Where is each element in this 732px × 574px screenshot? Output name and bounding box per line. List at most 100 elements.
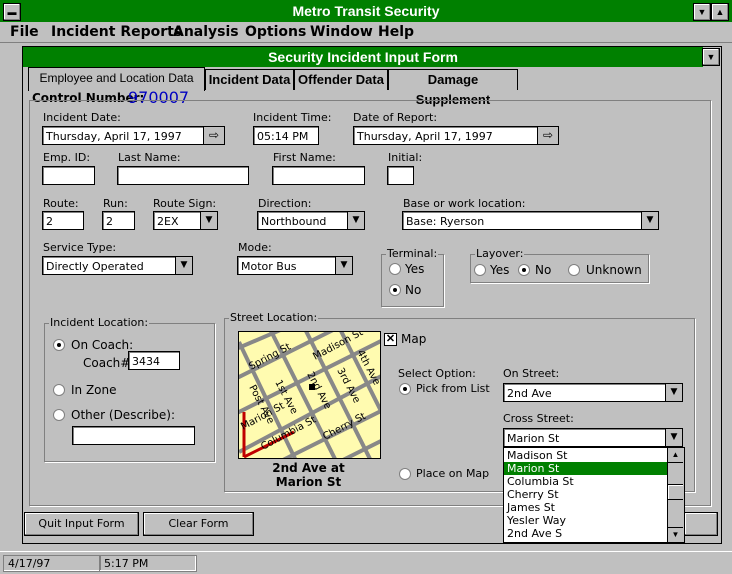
incident-date-label: Incident Date: [43,111,121,124]
street-map[interactable]: Spring St Madison St 4th Ave Post Ave 1s… [238,331,381,459]
other-describe-field[interactable] [72,426,195,445]
on-street-label: On Street: [503,367,560,380]
layover-label: Layover: [475,247,525,260]
app-title: Metro Transit Security [292,3,440,19]
last-name-label: Last Name: [118,151,181,164]
emp-id-field[interactable] [42,166,95,185]
cross-street-dropdown-list[interactable]: Madison St Marion St Columbia St Cherry … [503,447,685,543]
menu-options[interactable]: Options [245,24,306,40]
first-name-label: First Name: [273,151,336,164]
report-date-label: Date of Report: [353,111,438,124]
report-date-field[interactable]: Thursday, April 17, 1997 ⇨ [353,126,559,145]
mode-label: Mode: [238,241,272,254]
initial-label: Initial: [388,151,423,164]
last-name-field[interactable] [117,166,249,185]
run-label: Run: [103,197,128,210]
terminal-label: Terminal: [386,247,439,260]
terminal-no-label: No [405,283,422,297]
base-label: Base or work location: [403,197,526,210]
terminal-no-radio[interactable] [389,284,401,296]
street-location-label: Street Location: [229,311,319,324]
incident-time-field[interactable]: 05:14 PM [253,126,319,145]
layover-yes-radio[interactable] [474,264,486,276]
on-street-select[interactable]: 2nd Ave ▼ [503,383,683,402]
list-item[interactable]: Cherry St [504,488,667,501]
map-caption: 2nd Ave at Marion St [272,461,345,489]
scroll-up-icon[interactable]: ▲ [668,448,683,463]
map-checkbox-label: Map [401,332,427,346]
route-sign-select[interactable]: 2EX ▼ [153,211,218,230]
incident-time-label: Incident Time: [253,111,332,124]
dropdown-arrow-icon[interactable]: ▼ [665,429,682,446]
cross-street-label: Cross Street: [503,412,574,425]
menu-incident-reports[interactable]: Incident Reports [51,24,182,40]
service-type-select[interactable]: Directly Operated ▼ [42,256,193,275]
arrow-right-icon[interactable]: ⇨ [537,127,558,144]
list-scrollbar[interactable]: ▲ ▼ [667,448,684,542]
place-on-map-radio[interactable] [399,468,411,480]
dropdown-arrow-icon[interactable]: ▼ [347,212,364,229]
layover-yes-label: Yes [490,263,510,277]
in-zone-label: In Zone [71,383,117,397]
dropdown-arrow-icon[interactable]: ▼ [665,384,682,401]
route-field[interactable]: 2 [42,211,84,230]
mode-select[interactable]: Motor Bus ▼ [237,256,353,275]
direction-label: Direction: [258,197,312,210]
app-title-bar: ▬ Metro Transit Security ▼ ▲ [0,0,732,22]
maximize-icon[interactable]: ▲ [711,3,729,21]
select-option-label: Select Option: [398,367,476,380]
first-name-field[interactable] [272,166,365,185]
list-item[interactable]: James St [504,501,667,514]
clear-form-button[interactable]: Clear Form [143,512,254,536]
dropdown-arrow-icon[interactable]: ▼ [335,257,352,274]
arrow-right-icon[interactable]: ⇨ [203,127,224,144]
menu-file[interactable]: File [10,24,39,40]
menu-analysis[interactable]: Analysis [173,24,239,40]
map-checkbox[interactable]: ✕ [384,333,397,346]
dropdown-arrow-icon[interactable]: ▼ [200,212,217,229]
cross-street-select[interactable]: Marion St ▼ [503,428,683,447]
route-label: Route: [43,197,79,210]
layover-no-label: No [535,263,552,277]
list-item[interactable]: Madison St [504,449,667,462]
tab-damage-supplement[interactable]: Damage Supplement [388,69,518,107]
hidden-button[interactable] [684,512,718,536]
tab-offender-data[interactable]: Offender Data [294,69,388,90]
other-radio[interactable] [53,409,65,421]
menu-bar: File Incident Reports Analysis Options W… [0,22,732,43]
dropdown-arrow-icon[interactable]: ▼ [641,212,658,229]
list-item[interactable]: 2nd Ave S [504,527,667,540]
on-coach-radio[interactable] [53,339,65,351]
list-item[interactable]: Marion St [504,462,667,475]
scroll-down-icon[interactable]: ▼ [668,527,683,542]
minimize-icon[interactable]: ▼ [693,3,711,21]
menu-help[interactable]: Help [378,24,414,40]
scroll-thumb[interactable] [668,484,683,500]
list-item[interactable]: Columbia St [504,475,667,488]
coach-number-field[interactable]: 3434 [128,351,180,370]
other-label: Other (Describe): [71,408,176,422]
base-select[interactable]: Base: Ryerson ▼ [402,211,659,230]
map-graphic: Spring St Madison St 4th Ave Post Ave 1s… [239,332,380,458]
menu-window[interactable]: Window [310,24,373,40]
initial-field[interactable] [387,166,414,185]
form-dropdown-icon[interactable]: ▼ [702,48,720,66]
layover-unknown-radio[interactable] [568,264,580,276]
list-item[interactable]: Yesler Way [504,514,667,527]
incident-location-label: Incident Location: [49,316,150,329]
form-title: Security Incident Input Form [23,47,703,67]
tab-incident-data[interactable]: Incident Data [205,69,294,90]
terminal-yes-label: Yes [405,262,425,276]
quit-input-form-button[interactable]: Quit Input Form [24,512,139,536]
run-field[interactable]: 2 [102,211,135,230]
layover-no-radio[interactable] [518,264,530,276]
incident-date-field[interactable]: Thursday, April 17, 1997 ⇨ [42,126,225,145]
pick-from-list-radio[interactable] [399,383,411,395]
terminal-yes-radio[interactable] [389,263,401,275]
dropdown-arrow-icon[interactable]: ▼ [175,257,192,274]
place-on-map-label: Place on Map [416,467,490,480]
in-zone-radio[interactable] [53,384,65,396]
status-bar: 4/17/97 5:17 PM [0,551,732,574]
layover-unknown-label: Unknown [586,263,642,277]
direction-select[interactable]: Northbound ▼ [257,211,365,230]
